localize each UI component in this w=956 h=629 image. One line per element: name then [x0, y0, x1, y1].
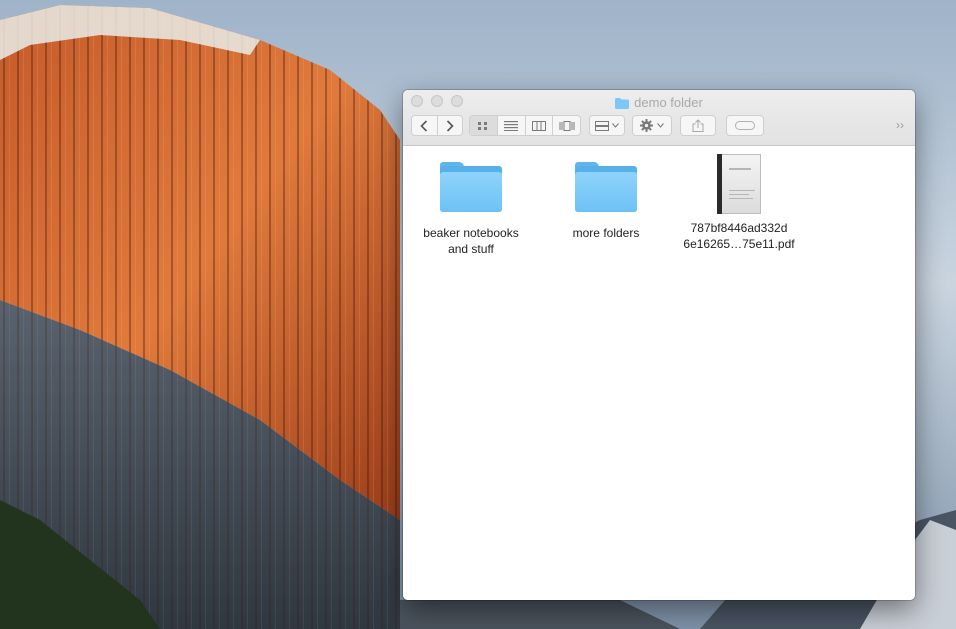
cover-flow-icon	[559, 120, 575, 131]
item-label-line1: beaker notebooks	[423, 226, 519, 240]
chevron-left-icon	[420, 119, 428, 132]
folder-icon	[615, 97, 630, 109]
finder-window: demo folder ›› beaker notebooks and stuf…	[403, 90, 915, 600]
folder-item[interactable]: beaker notebooks and stuff	[406, 162, 536, 257]
back-button[interactable]	[412, 116, 438, 135]
gear-icon	[640, 119, 653, 132]
arrange-button[interactable]	[589, 115, 625, 136]
view-mode-control	[469, 115, 581, 136]
window-title: demo folder	[403, 94, 915, 110]
cover-flow-view-button[interactable]	[553, 116, 580, 135]
title-bar: demo folder ››	[403, 90, 915, 146]
toolbar-overflow-button[interactable]: ››	[896, 118, 904, 132]
folder-item[interactable]: more folders	[541, 162, 671, 241]
window-title-text: demo folder	[634, 94, 703, 110]
list-view-button[interactable]	[498, 116, 526, 135]
tags-button[interactable]	[726, 115, 764, 136]
column-view-button[interactable]	[526, 116, 554, 135]
item-label-line2: 6e16265…75e11.pdf	[683, 237, 795, 251]
share-icon	[692, 119, 704, 132]
chevron-down-icon	[612, 123, 619, 128]
item-label-line2: and stuff	[448, 242, 494, 256]
forward-button[interactable]	[438, 116, 463, 135]
navigation-buttons	[411, 115, 463, 136]
folder-icon	[575, 162, 637, 212]
share-button[interactable]	[680, 115, 716, 136]
column-view-icon	[531, 120, 546, 131]
pdf-file-item[interactable]: 787bf8446ad332d 6e16265…75e11.pdf	[674, 154, 804, 252]
item-label-line1: more folders	[572, 226, 640, 240]
pdf-document-icon	[717, 154, 761, 214]
list-view-icon	[504, 120, 519, 131]
tag-icon	[735, 121, 755, 130]
arrange-icon	[595, 120, 609, 131]
action-button[interactable]	[632, 115, 672, 136]
chevron-right-icon	[446, 119, 454, 132]
chevron-down-icon	[657, 123, 664, 128]
icon-view-icon	[478, 121, 488, 130]
folder-icon	[440, 162, 502, 212]
icon-view-button[interactable]	[470, 116, 498, 135]
file-browser-content: beaker notebooks and stuff more folders …	[403, 146, 915, 600]
item-label-line1: 787bf8446ad332d	[690, 221, 788, 235]
